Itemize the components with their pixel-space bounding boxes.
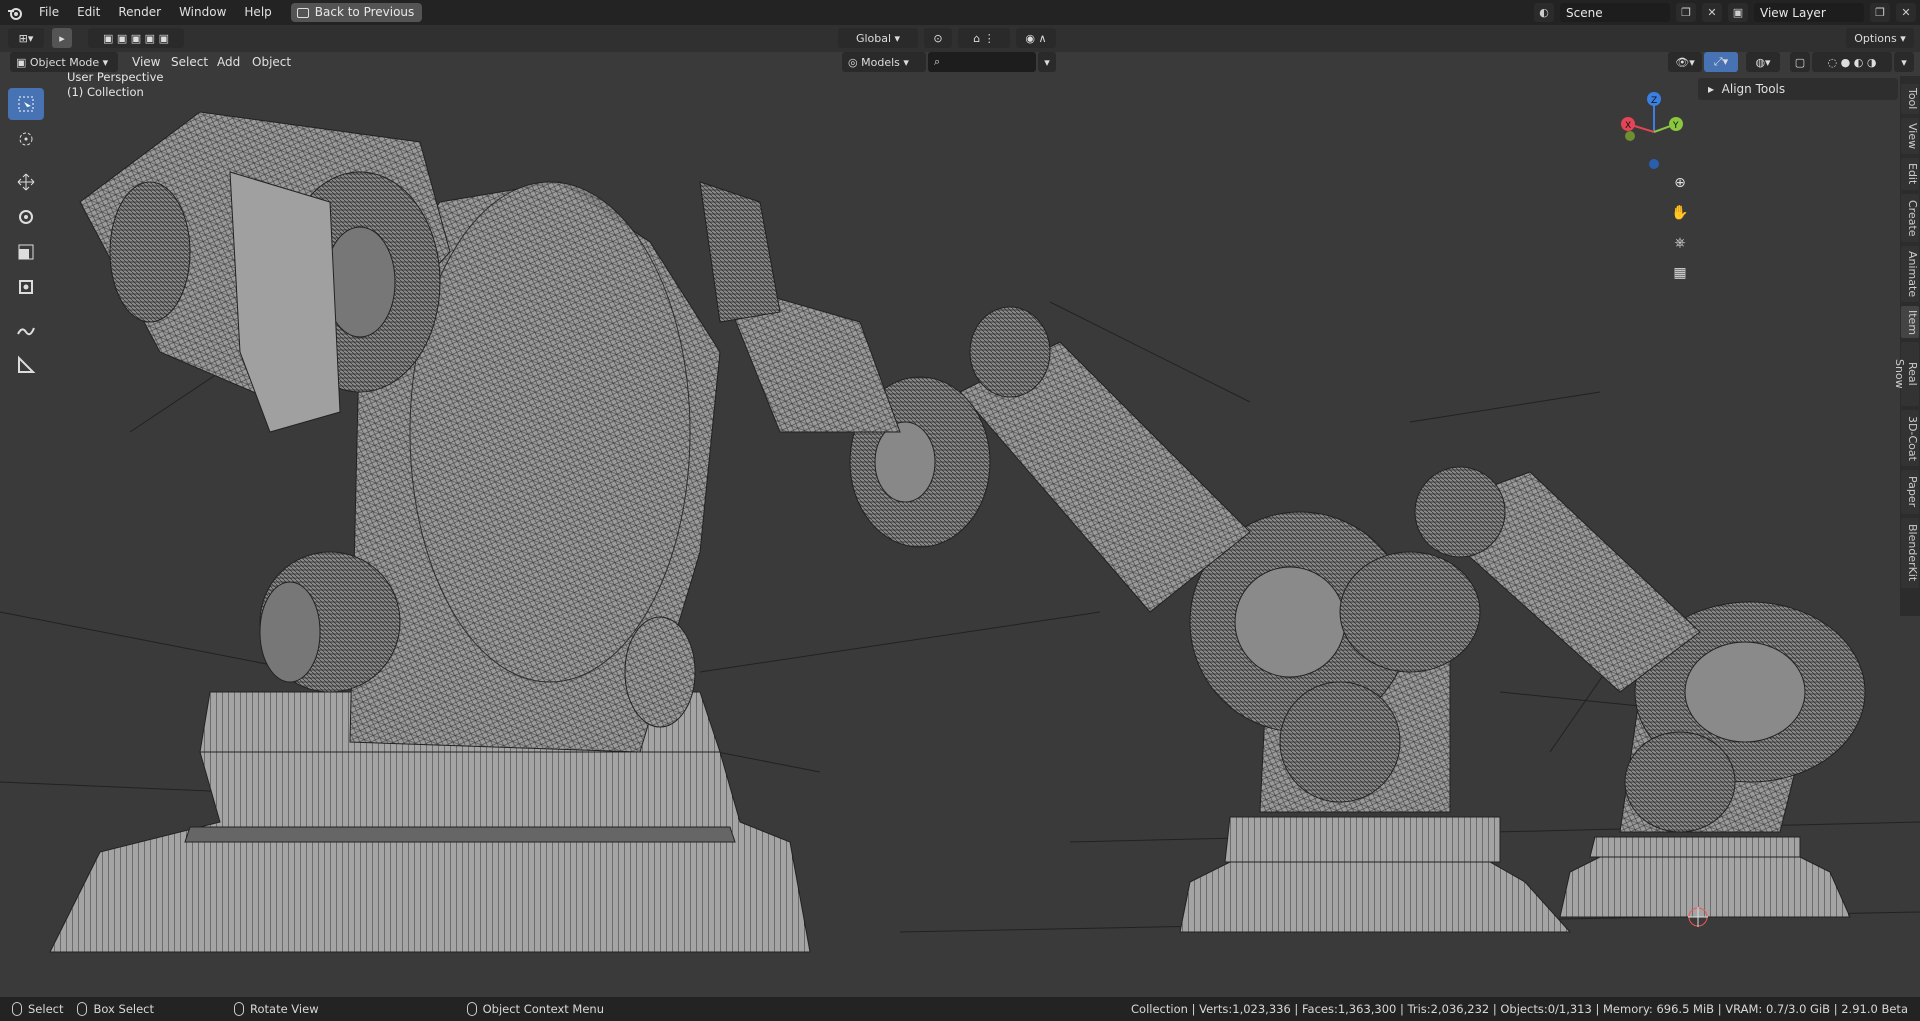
tab-paper[interactable]: Paper [1901,470,1919,514]
visibility-icon[interactable]: 👁▾ [1668,52,1702,72]
move-tool-icon[interactable] [8,166,44,198]
xray-icon[interactable]: ▢ [1790,52,1810,72]
viewport-header: ▣ Object Mode ▾ View Select Add Object ◎… [0,52,1920,76]
top-menu-bar: File Edit Render Window Help Back to Pre… [0,0,1920,25]
new-scene-icon[interactable]: ❐ [1676,3,1696,22]
overlays-icon[interactable]: ◍▾ [1746,52,1780,72]
status-box-select: Box Select [77,1002,154,1016]
scene-statistics: Collection | Verts:1,023,336 | Faces:1,3… [1131,1002,1908,1016]
sidebar-tabs: Tool View Edit Create Animate Item Real … [1893,76,1920,616]
align-tools-panel[interactable]: ▸ Align Tools [1698,78,1898,100]
axis-z-label: Z [1651,96,1657,106]
mouse-middle-icon [234,1002,244,1016]
status-rotate-label: Rotate View [250,1002,319,1016]
tool-header: ⊞▾ ▸ ▣ ▣ ▣ ▣ ▣ Global ▾ ⊙ ⌂ ⋮ ◉ ∧ Option… [0,25,1920,52]
orientation-dropdown[interactable]: Global ▾ [838,28,918,48]
search-field[interactable]: ⌕ [928,52,1036,72]
align-tools-label: Align Tools [1721,82,1786,96]
selection-mode-icons[interactable]: ▣ ▣ ▣ ▣ ▣ [88,28,184,48]
pan-hand-icon[interactable]: ✋ [1667,200,1693,226]
menu-help[interactable]: Help [235,0,280,25]
gizmo-toggle-icon[interactable]: ⤢▾ [1704,52,1738,72]
tab-blenderkit[interactable]: BlenderKit [1901,518,1919,588]
tab-animate[interactable]: Animate [1901,246,1919,302]
search-icon: ⌕ [934,55,941,68]
menu-file[interactable]: File [30,0,68,25]
measure-tool-icon[interactable] [8,349,44,381]
shading-mode-icons[interactable]: ◌ ● ◐ ◑ [1812,52,1892,72]
tab-tool[interactable]: Tool [1901,84,1919,114]
status-box-select-label: Box Select [93,1002,154,1016]
blender-logo-icon[interactable] [0,0,30,25]
object-mode-label: Object Mode [29,55,100,69]
left-toolbar [8,88,48,384]
transform-tool-icon[interactable] [8,271,44,303]
menu-select[interactable]: Select [171,52,208,72]
editor-type-icon[interactable]: ⊞▾ [8,28,44,48]
options-label: Options [1854,31,1897,45]
status-rotate: Rotate View [234,1002,319,1016]
zoom-icon[interactable]: ⊕ [1667,170,1693,196]
filter-dropdown-icon[interactable]: ▾ [1038,52,1056,72]
shading-options-icon[interactable]: ▾ [1894,52,1914,72]
mouse-left-icon [12,1002,22,1016]
tab-view[interactable]: View [1901,118,1919,154]
back-to-previous-button[interactable]: Back to Previous [290,3,423,22]
status-select: Select [12,1002,63,1016]
delete-scene-icon[interactable]: ✕ [1702,3,1722,22]
tab-real-snow[interactable]: Real Snow [1893,342,1919,406]
collection-dropdown[interactable]: ◎ Models ▾ [842,52,926,72]
3d-viewport[interactable]: User Perspective (1) Collection Z X Y ⊕ … [0,52,1920,997]
collection-overlay-label: (1) Collection [67,85,144,99]
view-layer-selector-icon[interactable]: ▣ [1728,3,1748,22]
axis-y-label: Y [1672,121,1679,131]
collection-label: Models [861,55,900,69]
cursor-tool-icon[interactable] [8,123,44,155]
tab-item[interactable]: Item [1901,306,1919,338]
rotate-tool-icon[interactable] [8,201,44,233]
status-bar: Select Box Select Rotate View Object Con… [0,997,1920,1021]
options-dropdown[interactable]: Options ▾ [1846,28,1914,48]
status-context: Object Context Menu [466,1002,604,1016]
scene-label: Scene [1566,5,1603,20]
select-box-tool-icon[interactable] [8,88,44,120]
new-view-layer-icon[interactable]: ❐ [1870,3,1890,22]
tab-create[interactable]: Create [1901,194,1919,242]
tab-edit[interactable]: Edit [1901,158,1919,190]
status-select-label: Select [28,1002,64,1016]
snap-icon[interactable]: ⌂ ⋮ [958,28,1010,48]
camera-view-icon[interactable]: ⎈ [1667,230,1693,256]
menu-window[interactable]: Window [170,0,235,25]
menu-object[interactable]: Object [252,52,291,72]
mouse-drag-icon [77,1002,88,1016]
annotate-tool-icon[interactable] [8,314,44,346]
view-layer-label: View Layer [1760,5,1826,20]
expand-arrow-icon: ▸ [1708,82,1722,96]
orientation-label: Global [855,31,892,45]
pivot-icon[interactable]: ⊙ [924,28,952,48]
select-tool-icon[interactable]: ▸ [52,28,72,48]
view-layer-field[interactable]: View Layer [1754,3,1864,22]
menu-add[interactable]: Add [217,52,240,72]
menu-edit[interactable]: Edit [68,0,109,25]
scene-field[interactable]: Scene [1560,3,1670,22]
status-context-label: Object Context Menu [482,1002,604,1016]
back-to-previous-label: Back to Previous [314,5,415,19]
menu-view[interactable]: View [132,52,160,72]
axis-x-label: X [1625,121,1631,131]
screen-icon [296,7,309,18]
object-mode-dropdown[interactable]: ▣ Object Mode ▾ [10,52,118,72]
delete-view-layer-icon[interactable]: ✕ [1896,3,1916,22]
scale-tool-icon[interactable] [8,236,44,268]
mouse-right-icon [466,1002,477,1016]
tab-3d-coat[interactable]: 3D-Coat [1901,410,1919,466]
ortho-grid-icon[interactable]: ▦ [1667,260,1693,286]
menu-render[interactable]: Render [109,0,170,25]
scene-selector-icon[interactable]: ◐ [1534,3,1554,22]
proportional-edit-icon[interactable]: ◉ ∧ [1016,28,1056,48]
